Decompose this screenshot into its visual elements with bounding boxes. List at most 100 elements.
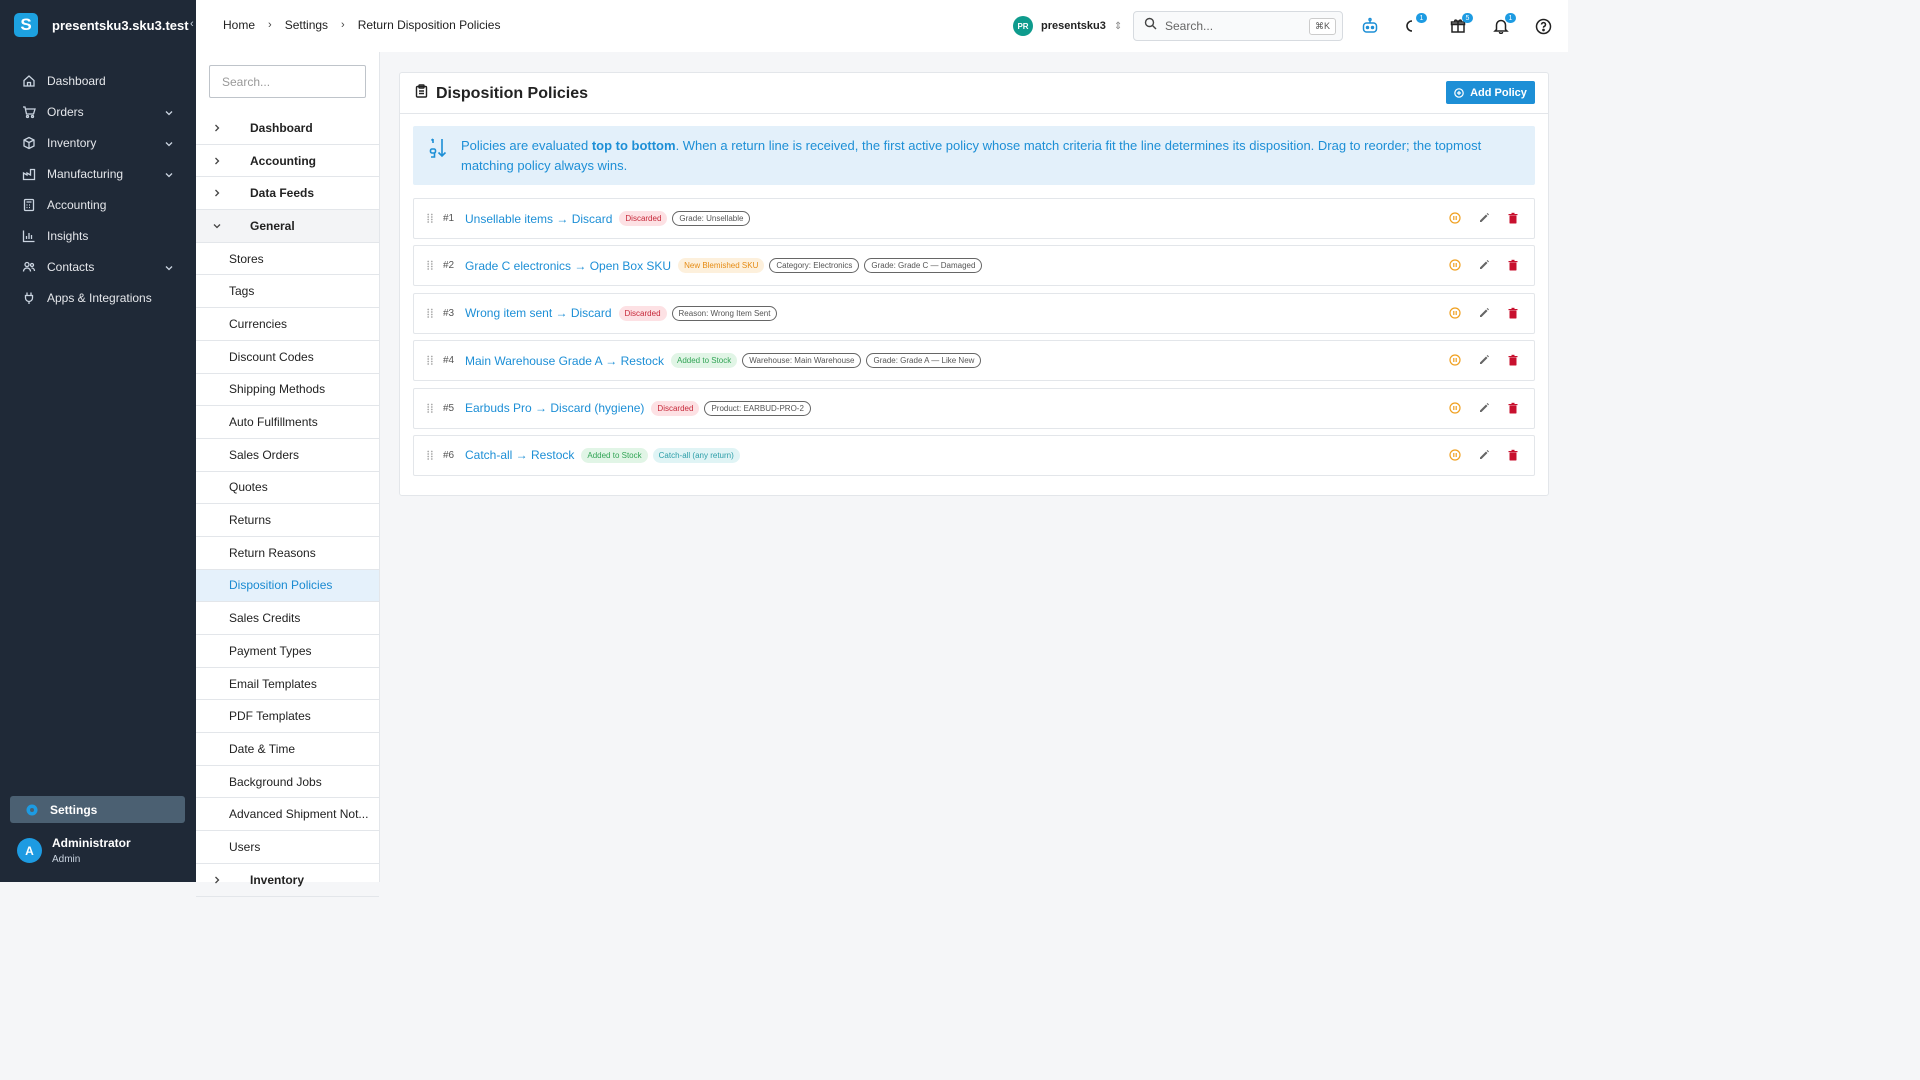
avatar: A	[17, 838, 42, 863]
sidebar-item-accounting[interactable]: Accounting	[10, 189, 186, 220]
policy-row[interactable]: #3 Wrong item sent → Discard Discarded Reas…	[413, 292, 1535, 334]
chevron-down-icon	[164, 138, 174, 148]
sidebar-item-manufacturing[interactable]: Manufacturing	[10, 158, 186, 189]
brand[interactable]: S presentsku3.sku3.test	[14, 13, 189, 37]
settings-menu-item[interactable]: Quotes	[196, 472, 379, 505]
settings-menu-item[interactable]: Disposition Policies	[196, 569, 379, 603]
pause-icon[interactable]	[1449, 212, 1461, 224]
help-icon[interactable]	[1534, 17, 1552, 35]
breadcrumb-settings[interactable]: Settings	[285, 18, 328, 32]
settings-menu-item[interactable]: PDF Templates	[196, 700, 379, 734]
policy-name-link[interactable]: Unsellable items → Discard	[465, 212, 612, 226]
user-profile[interactable]: A Administrator Admin	[17, 836, 131, 865]
pause-icon[interactable]	[1449, 401, 1461, 414]
settings-menu-item[interactable]: Returns	[196, 504, 379, 537]
company-name: presentsku3	[1041, 20, 1106, 32]
global-search[interactable]: Search... ⌘K	[1133, 11, 1343, 41]
pause-icon[interactable]	[1449, 259, 1461, 271]
policy-row[interactable]: #4 Main Warehouse Grade A → Restock Added …	[413, 340, 1535, 382]
edit-pencil-icon[interactable]	[1478, 212, 1490, 224]
drag-handle-icon[interactable]	[427, 355, 433, 366]
settings-menu-item[interactable]: Return Reasons	[196, 537, 379, 570]
policy-row[interactable]: #5 Earbuds Pro → Discard (hygiene) Discard…	[413, 387, 1535, 429]
bell-icon[interactable]: 1	[1492, 13, 1516, 35]
policy-name-link[interactable]: Grade C electronics → Open Box SKU	[465, 259, 671, 273]
breadcrumb-home[interactable]: Home	[223, 18, 255, 32]
drag-handle-icon[interactable]	[427, 260, 433, 271]
chevron-right-icon	[212, 156, 222, 166]
settings-menu-item[interactable]: Dashboard	[196, 112, 379, 145]
search-input[interactable]: Search...	[1165, 19, 1309, 33]
policy-name-link[interactable]: Earbuds Pro → Discard (hygiene)	[465, 401, 644, 415]
delete-trash-icon[interactable]	[1507, 449, 1519, 461]
settings-menu-item[interactable]: Background Jobs	[196, 766, 379, 799]
sidebar-item-apps[interactable]: Apps & Integrations	[10, 282, 186, 313]
settings-search-input[interactable]: Search...	[209, 65, 366, 98]
delete-trash-icon[interactable]	[1507, 259, 1519, 271]
sidebar-item-orders[interactable]: Orders	[10, 96, 186, 127]
edit-pencil-icon[interactable]	[1478, 402, 1490, 414]
settings-menu-item[interactable]: Sales Credits	[196, 602, 379, 635]
settings-menu-item[interactable]: Inventory	[196, 864, 379, 897]
settings-menu-item[interactable]: Date & Time	[196, 733, 379, 766]
settings-menu-label: Shipping Methods	[229, 382, 326, 397]
edit-pencil-icon[interactable]	[1478, 307, 1490, 319]
delete-trash-icon[interactable]	[1507, 307, 1519, 319]
settings-menu-item[interactable]: Auto Fulfillments	[196, 406, 379, 439]
policy-name-link[interactable]: Main Warehouse Grade A → Restock	[465, 354, 664, 368]
settings-menu-label: Tags	[229, 284, 255, 299]
settings-menu-item[interactable]: Advanced Shipment Not...	[196, 798, 379, 832]
chevron-right-icon	[212, 875, 222, 885]
policy-tag: Added to Stock	[581, 447, 648, 463]
search-icon	[1144, 17, 1157, 35]
company-switcher[interactable]: PR presentsku3 ⇕	[1013, 16, 1122, 36]
sidebar-item-dashboard[interactable]: Dashboard	[10, 65, 186, 96]
settings-menu-item[interactable]: Stores	[196, 243, 379, 276]
policy-actions	[1449, 259, 1519, 271]
policy-number: #1	[443, 213, 455, 224]
settings-menu-label: Return Reasons	[229, 545, 316, 560]
gift-icon[interactable]: 5	[1449, 13, 1473, 35]
policy-row[interactable]: #2 Grade C electronics → Open Box SKU New …	[413, 245, 1535, 287]
drag-handle-icon[interactable]	[427, 213, 433, 224]
pause-icon[interactable]	[1449, 449, 1461, 461]
edit-pencil-icon[interactable]	[1478, 354, 1490, 366]
settings-menu-item[interactable]: Tags	[196, 275, 379, 309]
sidebar-item-label: Inventory	[47, 135, 97, 150]
edit-pencil-icon[interactable]	[1478, 259, 1490, 271]
settings-menu-item[interactable]: Accounting	[196, 145, 379, 178]
pause-icon[interactable]	[1449, 354, 1461, 366]
settings-menu-item[interactable]: Data Feeds	[196, 177, 379, 211]
info-text-bold: top to bottom	[591, 138, 676, 153]
delete-trash-icon[interactable]	[1507, 402, 1519, 414]
sidebar-item-contacts[interactable]: Contacts	[10, 251, 186, 282]
pause-icon[interactable]	[1449, 307, 1461, 319]
sidebar-item-inventory[interactable]: Inventory	[10, 127, 186, 158]
drag-handle-icon[interactable]	[427, 403, 433, 414]
edit-pencil-icon[interactable]	[1478, 449, 1490, 461]
policy-name-link[interactable]: Wrong item sent → Discard	[465, 306, 612, 320]
policy-tag: Warehouse: Main Warehouse	[742, 353, 862, 369]
sidebar-item-insights[interactable]: Insights	[10, 220, 186, 251]
policy-row[interactable]: #1 Unsellable items → Discard Discarded Gra…	[413, 198, 1535, 239]
collapse-sidebar-icon[interactable]: ‹	[190, 18, 194, 30]
settings-menu-item[interactable]: Discount Codes	[196, 341, 379, 374]
settings-menu-item[interactable]: Email Templates	[196, 668, 379, 701]
settings-menu-item[interactable]: Users	[196, 831, 379, 864]
drag-handle-icon[interactable]	[427, 308, 433, 319]
settings-menu-item[interactable]: Payment Types	[196, 635, 379, 668]
drag-handle-icon[interactable]	[427, 450, 433, 461]
policy-name-link[interactable]: Catch-all → Restock	[465, 448, 574, 462]
assistant-robot-icon[interactable]	[1361, 17, 1379, 35]
sidebar-item-settings[interactable]: Settings	[10, 796, 185, 823]
settings-menu-item[interactable]: Shipping Methods	[196, 374, 379, 407]
delete-trash-icon[interactable]	[1507, 354, 1519, 366]
loading-jobs-icon[interactable]: 1	[1403, 13, 1427, 35]
settings-menu-item[interactable]: Sales Orders	[196, 439, 379, 472]
settings-menu-item[interactable]: General	[196, 210, 379, 243]
sidebar-item-label: Apps & Integrations	[47, 290, 152, 305]
policy-row[interactable]: #6 Catch-all → Restock Added to Stock Catch…	[413, 434, 1535, 476]
settings-menu-item[interactable]: Currencies	[196, 308, 379, 341]
add-policy-button[interactable]: Add Policy	[1446, 81, 1535, 104]
delete-trash-icon[interactable]	[1507, 212, 1519, 224]
